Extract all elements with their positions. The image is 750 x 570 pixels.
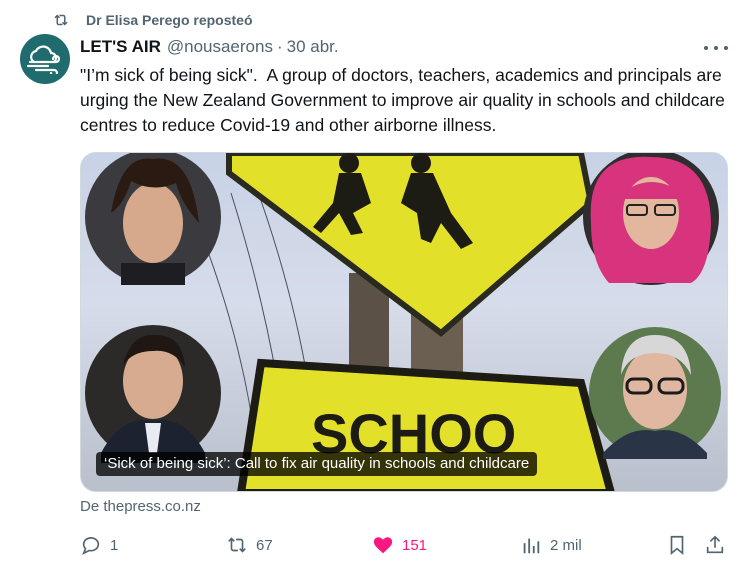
more-dot-icon: [724, 46, 728, 50]
like-count: 151: [402, 536, 428, 554]
repost-icon: [228, 537, 246, 553]
portrait-2: [583, 153, 719, 285]
repost-count: 67: [256, 536, 273, 554]
author-name[interactable]: LET'S AIR: [80, 37, 161, 57]
tweet-date[interactable]: 30 abr.: [287, 37, 339, 57]
link-card[interactable]: SCHOO ‘Sick of being sick’: Call to fix …: [80, 152, 728, 492]
share-icon: [706, 535, 724, 554]
more-dot-icon: [704, 46, 708, 50]
card-source-link[interactable]: De thepress.co.nz: [80, 498, 201, 515]
bookmark-icon: [670, 535, 684, 556]
more-dot-icon: [714, 46, 718, 50]
portrait-1: [85, 153, 221, 285]
bar-chart-icon: [523, 538, 540, 554]
repost-label: Dr Elisa Perego reposteó: [86, 12, 253, 28]
bookmark-button[interactable]: [666, 530, 690, 560]
reply-count: 1: [110, 536, 119, 554]
share-button[interactable]: [704, 530, 728, 560]
tweet-text: "I’m sick of being sick". A group of doc…: [80, 65, 730, 135]
card-image: SCHOO: [85, 153, 721, 491]
action-bar: 1 67 151 2 mil: [80, 530, 732, 560]
reply-button[interactable]: 1: [80, 530, 118, 560]
portrait-4: [589, 327, 721, 459]
like-button[interactable]: 151: [372, 530, 427, 560]
views-count: 2 mil: [550, 536, 582, 554]
avatar[interactable]: [20, 34, 70, 84]
more-options-button[interactable]: [704, 38, 728, 58]
views-button[interactable]: 2 mil: [520, 530, 582, 560]
tweet-header: LET'S AIR @nousaerons · 30 abr.: [80, 36, 339, 58]
card-caption: ‘Sick of being sick’: Call to fix air qu…: [96, 452, 538, 476]
author-handle[interactable]: @nousaerons: [167, 37, 273, 57]
header-separator: ·: [276, 37, 283, 56]
reply-icon: [82, 537, 100, 555]
repost-button[interactable]: 67: [226, 530, 273, 560]
portrait-3: [85, 325, 221, 463]
heart-filled-icon: [373, 537, 393, 554]
school-crossing-sign: [226, 153, 595, 337]
repost-indicator[interactable]: Dr Elisa Perego reposteó: [52, 10, 253, 30]
repost-icon: [54, 14, 68, 26]
wind-cloud-icon: [26, 45, 61, 74]
